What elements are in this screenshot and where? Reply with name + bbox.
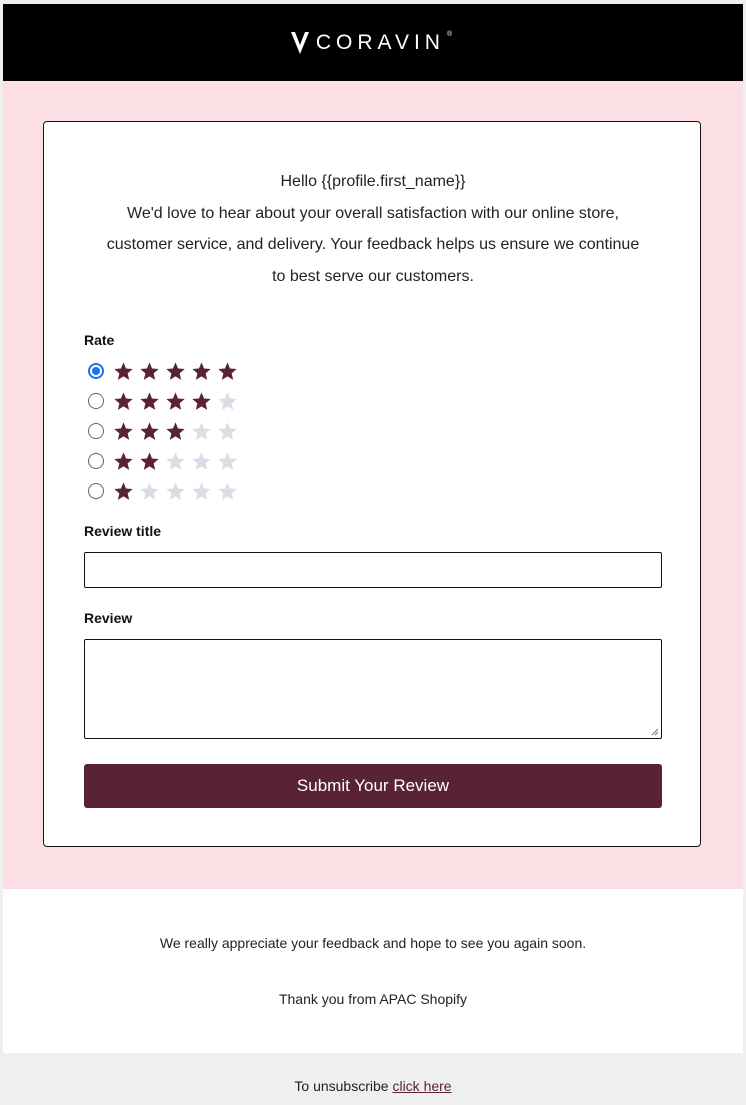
rating-radio-3[interactable] — [88, 423, 104, 439]
unsubscribe-link[interactable]: click here — [392, 1078, 451, 1094]
rate-label: Rate — [84, 332, 115, 348]
coravin-v-icon — [290, 31, 309, 54]
star-filled-icon — [191, 390, 217, 412]
rating-radio-4[interactable] — [88, 393, 104, 409]
review-title-input[interactable] — [84, 552, 662, 588]
rating-option-4[interactable] — [88, 390, 243, 412]
greeting-text: Hello {{profile.first_name}} — [280, 173, 466, 190]
review-section: Hello {{profile.first_name}} We'd love t… — [3, 81, 743, 889]
star-group — [113, 480, 243, 502]
star-filled-icon — [113, 360, 139, 382]
star-filled-icon — [113, 480, 139, 502]
resize-grip-icon[interactable] — [651, 728, 659, 736]
star-empty-icon — [217, 450, 243, 472]
review-label: Review — [84, 610, 133, 626]
star-filled-icon — [113, 450, 139, 472]
star-filled-icon — [217, 360, 243, 382]
submit-review-button[interactable]: Submit Your Review — [84, 764, 662, 808]
star-filled-icon — [139, 450, 165, 472]
star-group — [113, 390, 243, 412]
star-filled-icon — [165, 420, 191, 442]
star-filled-icon — [113, 390, 139, 412]
registered-mark: ® — [446, 31, 453, 38]
rating-option-1[interactable] — [88, 480, 243, 502]
star-group — [113, 420, 243, 442]
star-empty-icon — [217, 420, 243, 442]
footer-section: We really appreciate your feedback and h… — [3, 889, 743, 1053]
logo-text: CORAVIN — [315, 30, 445, 54]
thanks-text: Thank you from APAC Shopify — [278, 991, 468, 1007]
star-empty-icon — [165, 480, 191, 502]
star-empty-icon — [217, 390, 243, 412]
star-filled-icon — [165, 390, 191, 412]
star-filled-icon — [191, 360, 217, 382]
review-card: Hello {{profile.first_name}} We'd love t… — [43, 121, 701, 847]
review-title-label: Review title — [84, 523, 162, 539]
coravin-logo: CORAVIN ® — [290, 31, 456, 55]
rating-radio-1[interactable] — [88, 483, 104, 499]
rating-radio-2[interactable] — [88, 453, 104, 469]
star-empty-icon — [191, 480, 217, 502]
rating-radio-5[interactable] — [88, 363, 104, 379]
star-empty-icon — [191, 420, 217, 442]
star-empty-icon — [217, 480, 243, 502]
star-filled-icon — [139, 390, 165, 412]
star-filled-icon — [139, 360, 165, 382]
intro-paragraph: We'd love to hear about your overall sat… — [106, 204, 640, 285]
unsubscribe-text: To unsubscribe — [294, 1078, 389, 1094]
star-empty-icon — [191, 450, 217, 472]
star-filled-icon — [139, 420, 165, 442]
star-group — [113, 360, 243, 382]
star-filled-icon — [113, 420, 139, 442]
rating-option-5[interactable] — [88, 360, 243, 382]
unsubscribe-line: To unsubscribe click here — [0, 1078, 746, 1094]
rating-option-2[interactable] — [88, 450, 243, 472]
star-filled-icon — [165, 360, 191, 382]
star-group — [113, 450, 243, 472]
intro-text-block: Hello {{profile.first_name}} We'd love t… — [44, 166, 702, 292]
appreciation-text: We really appreciate your feedback and h… — [159, 935, 587, 951]
rating-option-3[interactable] — [88, 420, 243, 442]
email-header: CORAVIN ® — [3, 4, 743, 81]
review-textarea[interactable] — [84, 639, 662, 739]
star-empty-icon — [165, 450, 191, 472]
star-empty-icon — [139, 480, 165, 502]
